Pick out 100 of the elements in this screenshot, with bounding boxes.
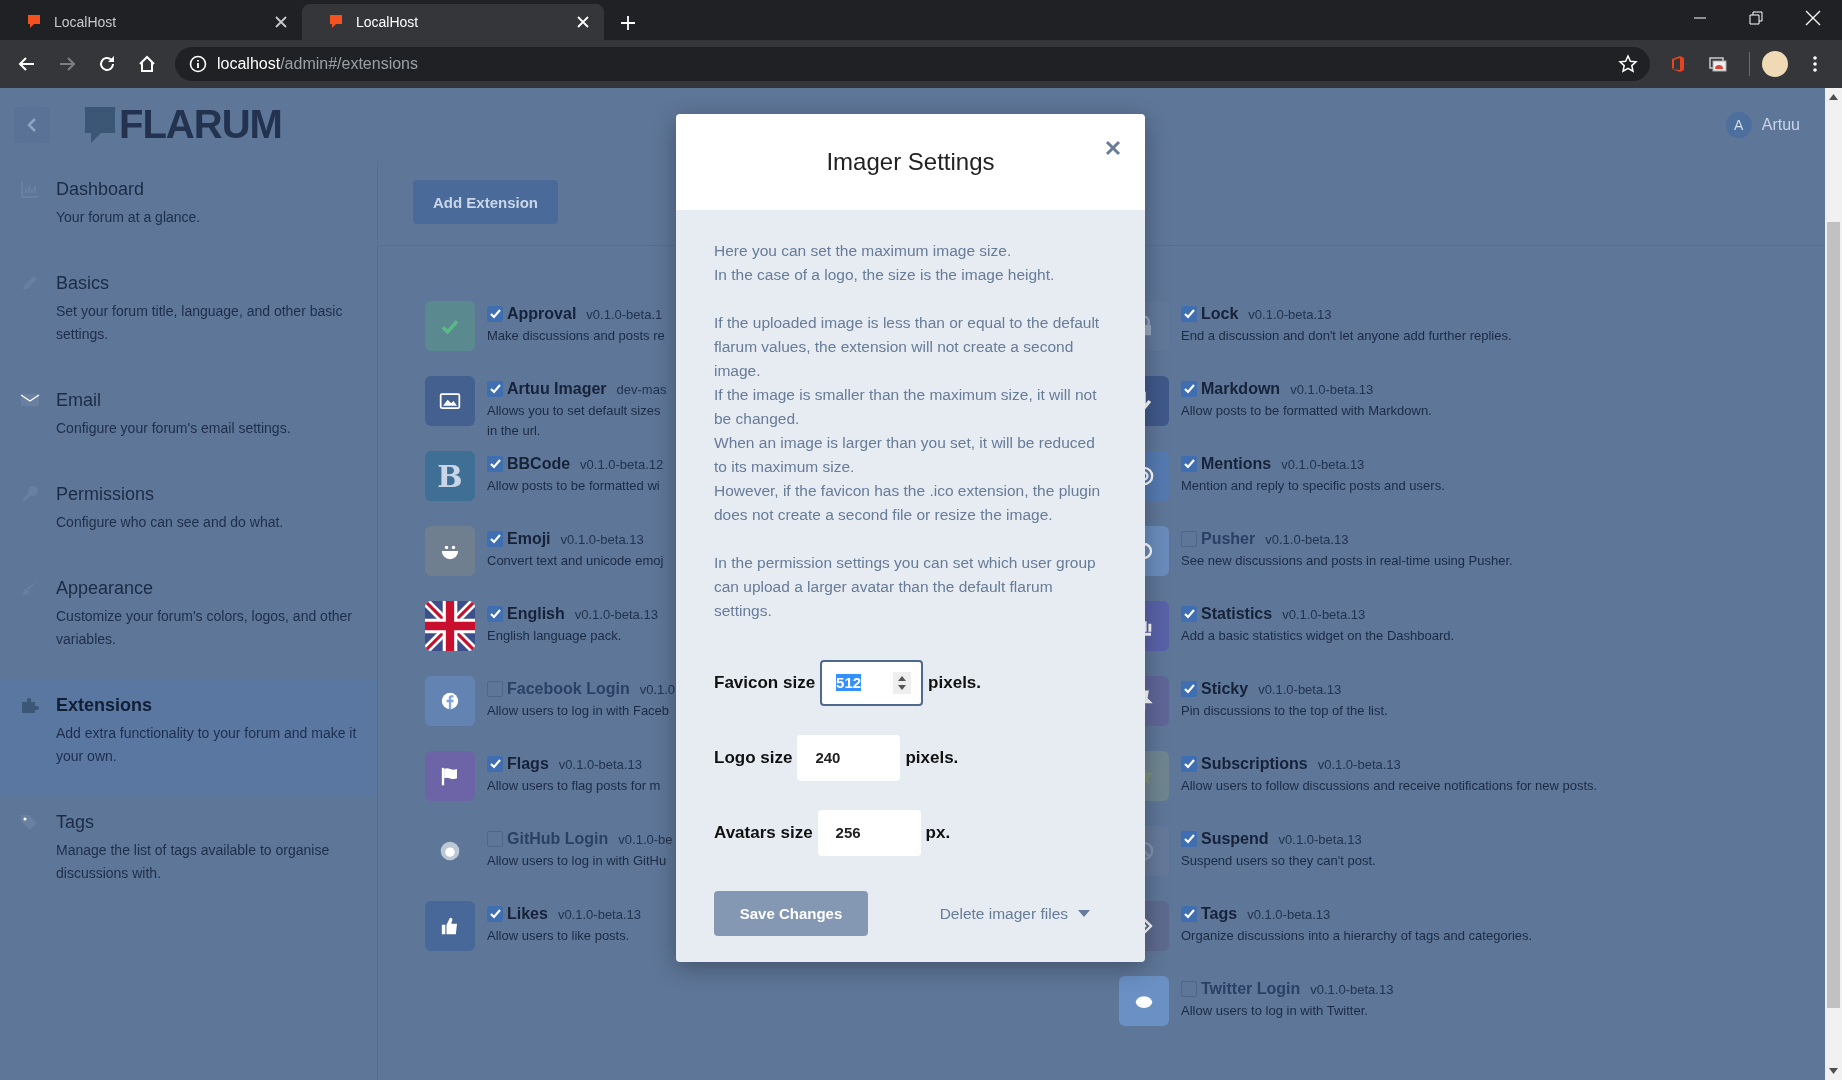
extension-name: Likes	[507, 905, 548, 923]
extension-description: Allow posts to be formatted wi	[487, 477, 661, 495]
nav-item[interactable]: Extensions Add extra functionality to your forum and make it your own.	[0, 679, 377, 796]
number-field[interactable]: 256	[817, 810, 921, 856]
scrollbar-thumb[interactable]	[1827, 222, 1840, 1008]
spinner-icon[interactable]	[893, 672, 912, 694]
checkbox[interactable]	[1181, 456, 1197, 472]
new-tab-icon[interactable]	[620, 15, 636, 31]
paragraph: In the permission settings you can set which user group can upload a larger avatar than the default flarum settings.	[714, 553, 1097, 621]
checkbox[interactable]	[487, 906, 503, 922]
extension-name: Flags	[507, 755, 549, 773]
checkbox[interactable]	[1181, 681, 1197, 697]
field-label: Logo size	[714, 747, 793, 769]
browser-tab[interactable]: LocalHost	[302, 4, 604, 40]
extension-description: Allow users to log in with GitHu	[487, 852, 668, 870]
unit-label: pixels.	[905, 747, 959, 769]
browser-tab[interactable]: LocalHost	[0, 4, 302, 40]
close-icon[interactable]	[274, 15, 288, 29]
checkbox[interactable]	[487, 756, 503, 772]
checkbox[interactable]	[487, 381, 503, 397]
version-label: v0.1.0-beta.13	[1282, 606, 1366, 622]
version-label: v0.1.0-beta.13	[1281, 456, 1365, 472]
version-label: v0.1.0-beta.13	[1290, 381, 1374, 397]
extension-description: Convert text and unicode emoj	[487, 552, 664, 570]
version-label: v0.1.0-beta.13	[1248, 306, 1332, 322]
window-icon[interactable]	[1708, 54, 1728, 74]
favicon-icon	[26, 14, 42, 30]
add-extension-button[interactable]: Add Extension	[413, 180, 558, 224]
address-bar[interactable]: localhost/admin#/extensions	[175, 47, 1650, 81]
letter-icon: B	[425, 451, 475, 501]
version-label: v0.1.0-beta.1	[586, 306, 663, 322]
nav-item[interactable]: Dashboard Your forum at a glance.	[0, 163, 377, 257]
extension-description: Allow posts to be formatted with Markdown.	[1181, 402, 1432, 420]
extension-name: Suspend	[1201, 830, 1269, 848]
extension-name: Approval	[507, 305, 577, 323]
avatar[interactable]	[1762, 51, 1788, 77]
extension-description: English language pack.	[487, 627, 623, 645]
checkbox[interactable]	[1181, 306, 1197, 322]
extension-name: Statistics	[1201, 605, 1273, 623]
checkbox[interactable]	[487, 606, 503, 622]
checkbox[interactable]	[1181, 906, 1197, 922]
checkbox[interactable]	[1181, 831, 1197, 847]
extension-name: Artuu Imager	[507, 380, 607, 398]
home-icon[interactable]	[137, 54, 157, 74]
version-label: v0.1.0	[639, 681, 676, 697]
extension-description: Make discussions and posts re	[487, 327, 665, 345]
scroll-up-icon[interactable]	[1829, 94, 1838, 100]
info-icon	[189, 55, 207, 73]
nav-item[interactable]: Basics Set your forum title, language, and other basic settings.	[0, 257, 377, 374]
scroll-down-icon[interactable]	[1829, 1068, 1838, 1074]
restore-icon[interactable]	[1749, 11, 1763, 25]
reload-icon[interactable]	[97, 54, 117, 74]
field-label: Favicon size	[714, 672, 816, 694]
version-label: v0.1.0-be	[618, 831, 673, 847]
number-field[interactable]: 240	[797, 735, 901, 781]
version-label: v0.1.0-beta.13	[1247, 906, 1331, 922]
tags-icon	[20, 812, 40, 832]
extension-description: End a discussion and don't let anyone add further replies.	[1181, 327, 1512, 345]
extension-description: Allow users to flag posts for m	[487, 777, 661, 795]
nav-item[interactable]: Email Configure your forum's email settings.	[0, 374, 377, 468]
version-label: v0.1.0-beta.13	[1310, 981, 1394, 997]
checkbox[interactable]	[487, 531, 503, 547]
extension-description: Organize discussions into a hierarchy of tags and categories.	[1181, 927, 1533, 945]
modal-title: Imager Settings	[826, 148, 995, 176]
star-icon[interactable]	[1618, 54, 1638, 74]
extension-description: Add a basic statistics widget on the Dashboard.	[1181, 627, 1455, 645]
checkbox[interactable]	[1181, 606, 1197, 622]
checkbox[interactable]	[1181, 381, 1197, 397]
nav-item[interactable]: Appearance Customize your forum's colors, logos, and other variables.	[0, 562, 377, 679]
version-label: v0.1.0-beta.13	[1317, 756, 1401, 772]
nav-item[interactable]: Permissions Configure who can see and do what.	[0, 468, 377, 562]
dropdown-button[interactable]: Delete imager files	[935, 900, 1094, 927]
field-label: Avatars size	[714, 822, 813, 844]
version-label: v0.1.0-beta.12	[580, 456, 664, 472]
version-label: v0.1.0-beta.13	[1258, 681, 1342, 697]
extension-name: Lock	[1201, 305, 1239, 323]
extension-description: Allow users to log in with Faceb	[487, 702, 671, 720]
version-label: dev-mas	[616, 381, 667, 397]
chevron-left-icon	[26, 116, 38, 133]
extension-name: Sticky	[1201, 680, 1249, 698]
paragraph: If the uploaded image is less than or equal to the default flarum values, the extension will not create a second image. If the image is smaller than the maximum size, it will not be changed. When an image is larger than you set, it will be reduced to its maximum size. However, if the favicon has the .ico extension, the plugin does not create a second file or resize the image.	[714, 313, 1101, 525]
extension-description: Allow users to follow discussions and receive notifications for new posts.	[1181, 777, 1598, 795]
extension-description: Allows you to set default sizes in the url.	[487, 402, 662, 440]
logo-text: FLARUM	[119, 102, 282, 147]
checkbox[interactable]	[487, 456, 503, 472]
nav-item[interactable]: Tags Manage the list of tags available to organise discussions with.	[0, 796, 377, 913]
extension-name: Tags	[1201, 905, 1238, 923]
user-avatar[interactable]: A	[1725, 111, 1752, 138]
checkbox[interactable]	[1181, 756, 1197, 772]
unit-label: px.	[925, 822, 951, 844]
favicon-icon	[328, 14, 344, 30]
number-field[interactable]: 512	[820, 660, 924, 706]
unit-label: pixels.	[928, 672, 982, 694]
save-button[interactable]: Save Changes	[714, 891, 868, 936]
puzzle-icon	[20, 695, 40, 715]
checkbox[interactable]	[487, 306, 503, 322]
version-label: v0.1.0-beta.13	[574, 606, 658, 622]
user-name[interactable]: Artuu	[1761, 115, 1800, 134]
extension-description: Allow users to like posts.	[487, 927, 631, 945]
version-label: v0.1.0-beta.13	[557, 906, 642, 922]
